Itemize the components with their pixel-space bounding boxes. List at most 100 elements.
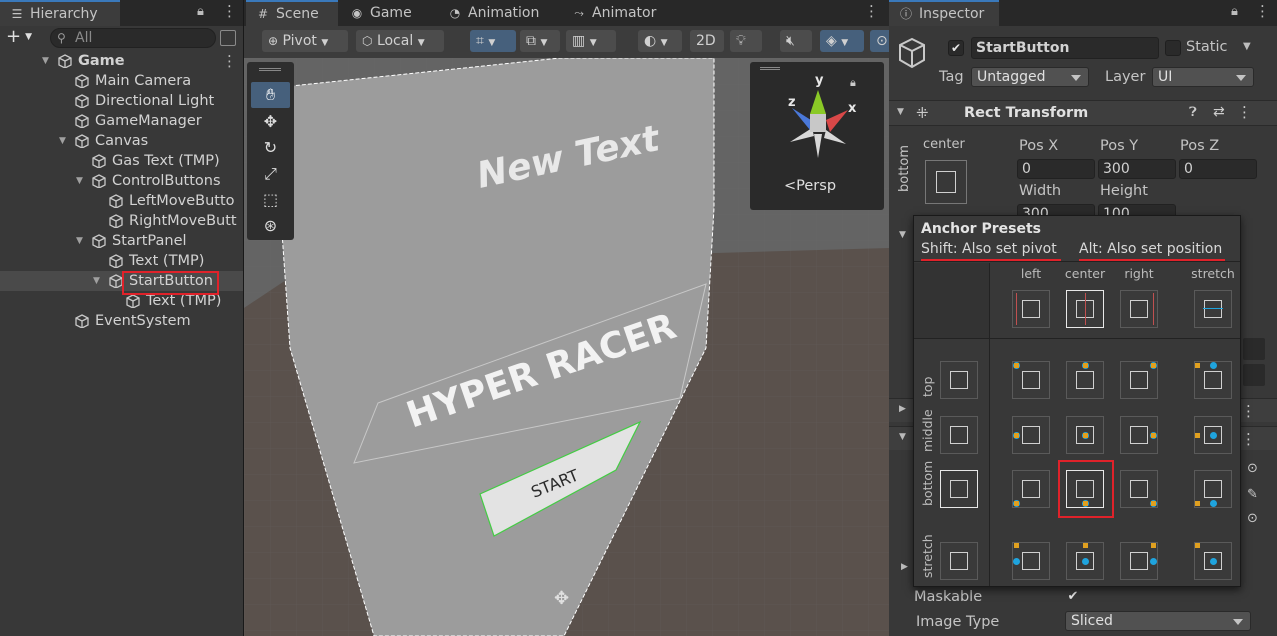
preset-row-middle[interactable] bbox=[940, 416, 978, 454]
hand-tool-icon[interactable]: ✋︎ bbox=[251, 82, 290, 108]
gizmos-button[interactable]: ⊙ bbox=[870, 30, 889, 52]
grid-visibility-button[interactable]: ▥ ▼ bbox=[566, 30, 616, 52]
search-input[interactable]: ⚲ All bbox=[50, 28, 216, 48]
anchor-preset-button[interactable] bbox=[925, 160, 967, 204]
object-name-field[interactable]: StartButton bbox=[971, 37, 1159, 59]
preset-stretch-stretch[interactable] bbox=[1194, 542, 1232, 580]
scene-root-item[interactable]: ▼ Game ⋮ bbox=[0, 51, 243, 71]
rect-transform-header[interactable]: ▼ ⁜ Rect Transform ❓︎ ⇄ ⋮ bbox=[889, 100, 1277, 126]
hidden-field-stub[interactable] bbox=[1243, 364, 1265, 386]
hierarchy-item[interactable]: Text (TMP) bbox=[0, 251, 243, 271]
persp-label[interactable]: <Persp bbox=[784, 178, 836, 194]
tag-dropdown[interactable]: Untagged bbox=[971, 67, 1089, 87]
chevron-down-icon[interactable]: ▼ bbox=[76, 171, 83, 191]
hierarchy-item[interactable]: LeftMoveButto bbox=[0, 191, 243, 211]
mode-2d-button[interactable]: 2D bbox=[690, 30, 724, 52]
chevron-down-icon[interactable]: ▼ bbox=[42, 51, 49, 71]
preset-row-stretch[interactable] bbox=[940, 542, 978, 580]
object-picker-icon[interactable]: ⊙ bbox=[1247, 511, 1258, 526]
preset-col-right[interactable] bbox=[1120, 290, 1158, 328]
preset-stretch-left[interactable] bbox=[1012, 542, 1050, 580]
preset-bottom-stretch[interactable] bbox=[1194, 470, 1232, 508]
preset-top-right[interactable] bbox=[1120, 361, 1158, 399]
scene-visibility-icon[interactable] bbox=[220, 30, 236, 46]
hierarchy-item[interactable]: EventSystem bbox=[0, 311, 243, 331]
hierarchy-item[interactable]: Directional Light bbox=[0, 91, 243, 111]
transform-tool-icon[interactable]: ⊛ bbox=[251, 213, 290, 239]
hierarchy-item[interactable]: ▼ Canvas bbox=[0, 131, 243, 151]
grid-snapping-button[interactable]: ⌗ ▼ bbox=[470, 30, 516, 52]
kebab-menu-icon[interactable]: ⋮ bbox=[1241, 430, 1256, 448]
rotate-tool-icon[interactable]: ↻ bbox=[251, 135, 290, 161]
hierarchy-item[interactable]: ▼ StartPanel bbox=[0, 231, 243, 251]
tab-hierarchy[interactable]: ☰ Hierarchy bbox=[0, 0, 120, 26]
tab-scene[interactable]: # Scene bbox=[246, 0, 338, 26]
pos-z-field[interactable]: 0 bbox=[1179, 159, 1257, 179]
color-picker-icon[interactable]: ✎ bbox=[1247, 487, 1258, 502]
preset-middle-right[interactable] bbox=[1120, 416, 1158, 454]
preset-stretch-center[interactable] bbox=[1066, 542, 1104, 580]
draw-mode-button[interactable]: ◐ ▼ bbox=[638, 30, 682, 52]
kebab-menu-icon[interactable]: ⋮ bbox=[222, 51, 237, 71]
tab-animator[interactable]: ⤳ Animator bbox=[562, 0, 666, 26]
local-dropdown[interactable]: ⬡ Local ▼ bbox=[356, 30, 444, 52]
hierarchy-item[interactable]: RightMoveButt bbox=[0, 211, 243, 231]
kebab-menu-icon[interactable]: ⋮ bbox=[864, 2, 879, 20]
object-picker-icon[interactable]: ⊙ bbox=[1247, 461, 1258, 476]
chevron-down-icon[interactable]: ▼ bbox=[93, 271, 100, 291]
hidden-field-stub[interactable] bbox=[1243, 338, 1265, 360]
scale-tool-icon[interactable]: ⤢ bbox=[251, 161, 290, 187]
hierarchy-item[interactable]: ▼ ControlButtons bbox=[0, 171, 243, 191]
tab-inspector[interactable]: ⓘ Inspector bbox=[889, 0, 999, 26]
hierarchy-item[interactable]: Main Camera bbox=[0, 71, 243, 91]
preset-stretch-right[interactable] bbox=[1120, 542, 1158, 580]
image-type-dropdown[interactable]: Sliced bbox=[1065, 611, 1251, 631]
preset-row-bottom[interactable] bbox=[940, 470, 978, 508]
kebab-menu-icon[interactable]: ⋮ bbox=[1237, 103, 1252, 121]
kebab-menu-icon[interactable]: ⋮ bbox=[222, 2, 237, 20]
pos-x-field[interactable]: 0 bbox=[1017, 159, 1095, 179]
preset-bottom-right[interactable] bbox=[1120, 470, 1158, 508]
preset-col-stretch[interactable] bbox=[1194, 290, 1232, 328]
lighting-icon[interactable]: 💡︎ bbox=[730, 30, 762, 52]
move-tool-icon[interactable]: ✥ bbox=[251, 109, 290, 135]
layer-dropdown[interactable]: UI bbox=[1152, 67, 1254, 87]
presets-icon[interactable]: ⇄ bbox=[1213, 104, 1225, 120]
preset-top-stretch[interactable] bbox=[1194, 361, 1232, 399]
pivot-dropdown[interactable]: ⊕ Pivot ▼ bbox=[262, 30, 348, 52]
kebab-menu-icon[interactable]: ⋮ bbox=[1241, 402, 1256, 420]
add-object-button[interactable]: + ▼ bbox=[6, 28, 46, 48]
chevron-right-icon[interactable]: ▶ bbox=[901, 562, 908, 572]
preset-row-top[interactable] bbox=[940, 361, 978, 399]
hierarchy-item[interactable]: GameManager bbox=[0, 111, 243, 131]
lock-icon[interactable]: 🔒︎ bbox=[1231, 4, 1238, 19]
kebab-menu-icon[interactable]: ⋮ bbox=[1255, 2, 1270, 20]
preset-top-center[interactable] bbox=[1066, 361, 1104, 399]
rect-tool-icon[interactable]: ⬚ bbox=[251, 187, 290, 213]
preset-middle-stretch[interactable] bbox=[1194, 416, 1232, 454]
orientation-gizmo[interactable]: 🔒︎ y x z <Persp bbox=[750, 62, 884, 210]
preset-bottom-left[interactable] bbox=[1012, 470, 1050, 508]
tab-game[interactable]: ◉ Game bbox=[340, 0, 422, 26]
preset-col-left[interactable] bbox=[1012, 290, 1050, 328]
chevron-down-icon[interactable]: ▼ bbox=[76, 231, 83, 251]
preset-middle-center[interactable] bbox=[1066, 416, 1104, 454]
effects-button[interactable]: ◈ ▼ bbox=[820, 30, 864, 52]
maskable-checkbox[interactable]: ✔ bbox=[1065, 590, 1081, 606]
audio-mute-icon[interactable]: 🔇︎ bbox=[780, 30, 812, 52]
help-icon[interactable]: ❓︎ bbox=[1189, 105, 1197, 120]
hierarchy-item[interactable]: Gas Text (TMP) bbox=[0, 151, 243, 171]
active-checkbox[interactable]: ✔ bbox=[948, 40, 964, 56]
chevron-down-icon[interactable]: ▼ bbox=[59, 131, 66, 151]
static-checkbox[interactable] bbox=[1165, 40, 1181, 56]
preset-middle-left[interactable] bbox=[1012, 416, 1050, 454]
increment-snap-button[interactable]: ⧉ ▼ bbox=[520, 30, 560, 52]
tab-animation[interactable]: ◔ Animation bbox=[438, 0, 549, 26]
preset-col-center[interactable] bbox=[1066, 290, 1104, 328]
chevron-down-icon[interactable]: ▼ bbox=[899, 230, 906, 240]
move-handle-icon[interactable]: ✥ bbox=[554, 588, 569, 609]
lock-icon[interactable]: 🔒︎ bbox=[197, 4, 204, 19]
pos-y-field[interactable]: 300 bbox=[1098, 159, 1176, 179]
chevron-down-icon[interactable]: ▼ bbox=[1243, 41, 1251, 52]
preset-top-left[interactable] bbox=[1012, 361, 1050, 399]
